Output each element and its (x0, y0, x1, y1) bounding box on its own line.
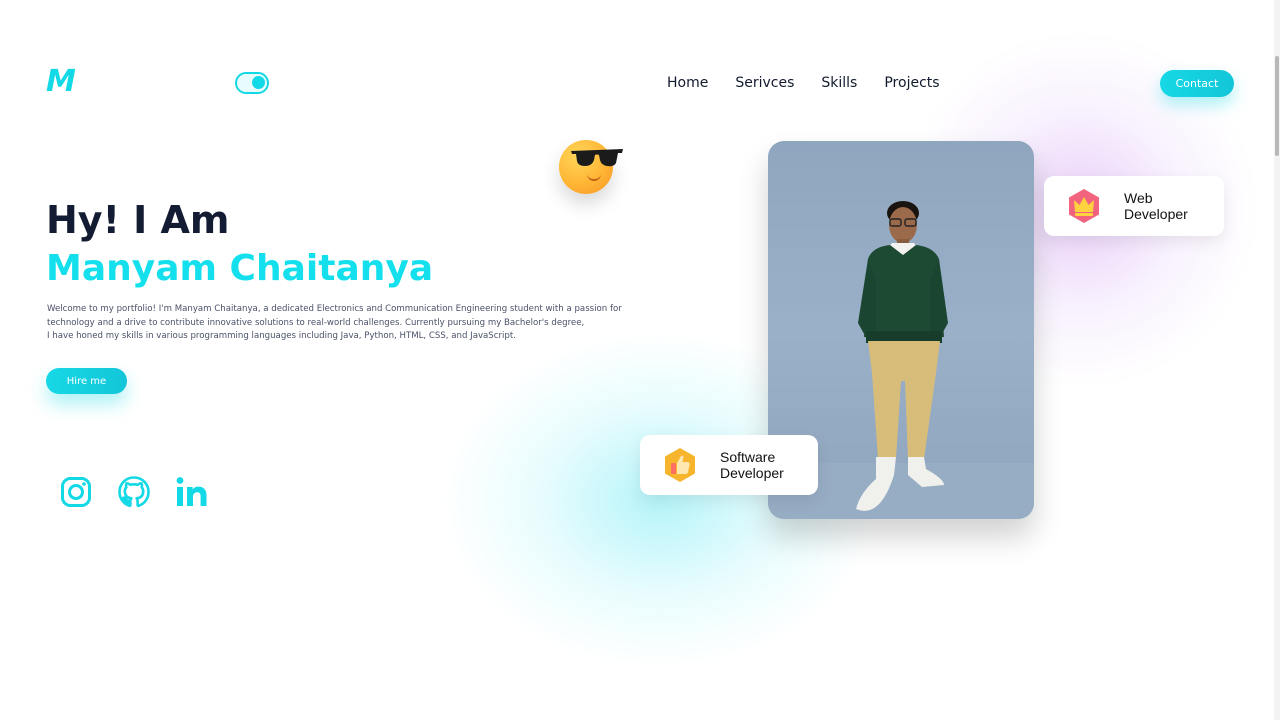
thumbs-up-icon (665, 448, 695, 482)
badge-line: Web (1124, 190, 1153, 206)
badge-line: Developer (720, 465, 784, 481)
nav-home[interactable]: Home (667, 75, 708, 91)
main-nav: Home Serivces Skills Projects (667, 75, 940, 91)
emoji-mouth (587, 174, 601, 181)
theme-toggle[interactable] (235, 72, 269, 94)
badge-line: Developer (1124, 206, 1188, 222)
hero-intro: Welcome to my portfolio! I'm Manyam Chai… (47, 303, 622, 344)
crown-icon (1069, 189, 1099, 223)
hero-name: Manyam Chaitanya (46, 248, 434, 289)
page-scrollbar[interactable] (1274, 0, 1280, 720)
web-developer-badge: Web Developer (1044, 176, 1224, 236)
hero-greeting: Hy! I Am (46, 198, 230, 242)
sunglasses-icon (571, 149, 623, 167)
site-logo[interactable]: M (46, 64, 76, 99)
nav-services[interactable]: Serivces (735, 75, 794, 91)
github-icon[interactable] (118, 476, 150, 508)
nav-skills[interactable]: Skills (821, 75, 857, 91)
hire-me-button[interactable]: Hire me (46, 368, 127, 394)
linkedin-icon[interactable] (176, 476, 208, 508)
instagram-icon[interactable] (60, 476, 92, 508)
intro-line: Welcome to my portfolio! I'm Manyam Chai… (47, 304, 622, 314)
intro-line: technology and a drive to contribute inn… (47, 317, 585, 328)
badge-line: Software (720, 449, 776, 465)
toggle-knob (252, 76, 265, 89)
contact-button[interactable]: Contact (1160, 70, 1234, 97)
scrollbar-thumb[interactable] (1275, 56, 1279, 156)
intro-line: I have honed my skills in various progra… (47, 331, 516, 341)
software-developer-badge: Software Developer (640, 435, 818, 495)
nav-projects[interactable]: Projects (884, 75, 939, 91)
sunglasses-emoji-icon (559, 140, 623, 194)
web-developer-label: Web Developer (1124, 190, 1188, 222)
software-developer-label: Software Developer (720, 449, 784, 481)
